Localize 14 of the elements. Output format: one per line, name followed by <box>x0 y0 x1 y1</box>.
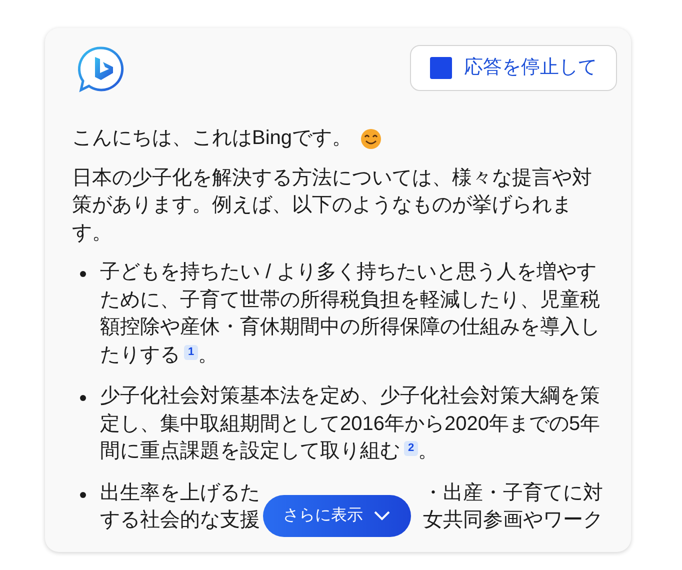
list-item-text: 出生率を上げるた <box>100 480 260 506</box>
intro-paragraph: 日本の少子化を解決する方法については、様々な提言や対策があります。例えば、以下のようなものが挙げられます。 <box>72 166 593 246</box>
citation-link[interactable]: 2 <box>404 441 418 456</box>
list-item-text: する社会的な支援 <box>100 508 260 533</box>
list-item-text: 女共同参画やワーク <box>423 508 603 533</box>
citation-link[interactable]: 1 <box>184 344 198 360</box>
stop-icon <box>430 57 452 79</box>
show-more-button[interactable]: さらに表示 <box>263 495 411 537</box>
stop-response-button[interactable]: 応答を停止して <box>410 45 617 91</box>
chevron-down-icon <box>373 510 391 522</box>
list-item-text: ・出産・子育てに対 <box>423 480 603 506</box>
chat-bubble-logo-icon <box>77 45 125 93</box>
greeting-text: こんにちは、これはBingです。 <box>72 126 352 151</box>
smiling-face-icon <box>360 128 382 150</box>
